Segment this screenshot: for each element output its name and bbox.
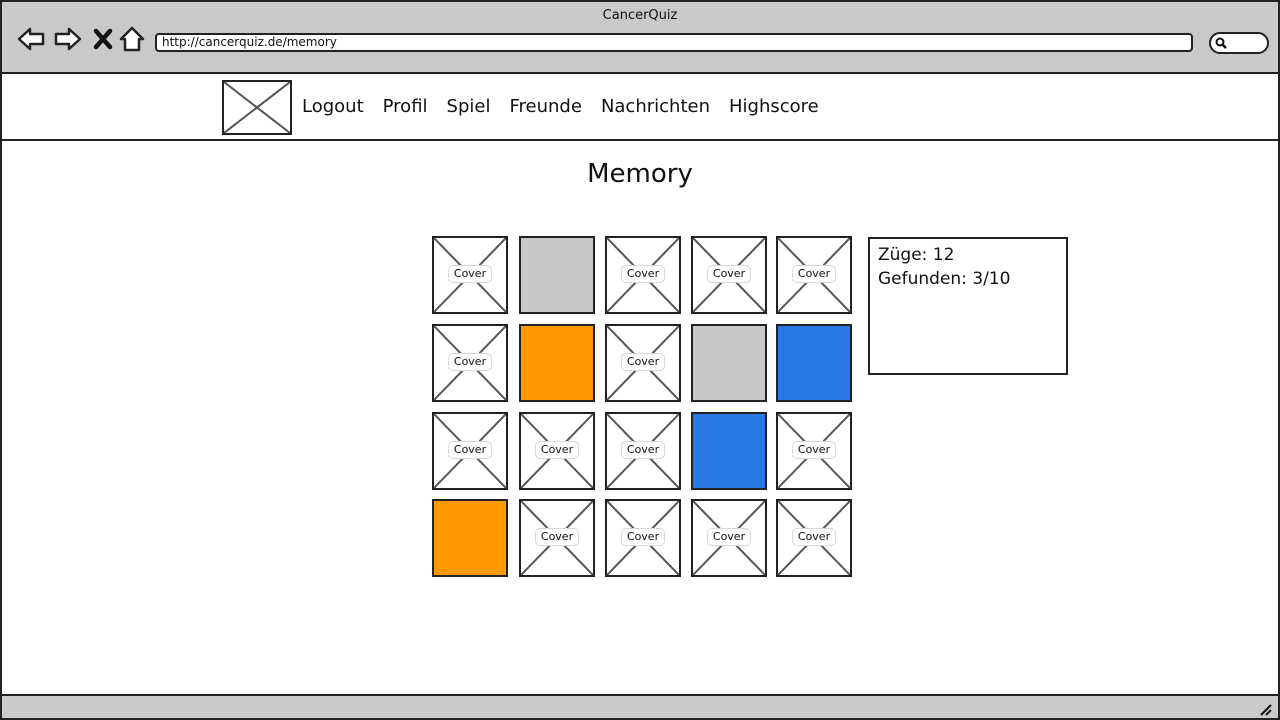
browser-search-field[interactable] — [1209, 32, 1269, 54]
nav-link-highscore[interactable]: Highscore — [729, 96, 819, 117]
back-arrow-icon[interactable] — [16, 24, 46, 54]
memory-card-cover[interactable]: Cover — [776, 499, 852, 577]
memory-card-cover[interactable]: Cover — [776, 236, 852, 314]
card-label: Cover — [707, 265, 751, 283]
nav-link-profil[interactable]: Profil — [383, 96, 428, 117]
memory-card-cover[interactable]: Cover — [605, 236, 681, 314]
memory-card-revealed — [519, 324, 595, 402]
card-label: Cover — [621, 441, 665, 459]
found-counter: Gefunden: 3/10 — [878, 269, 1011, 289]
memory-card-cover[interactable]: Cover — [691, 236, 767, 314]
memory-card-cover[interactable]: Cover — [691, 499, 767, 577]
memory-card-revealed — [776, 324, 852, 402]
card-label: Cover — [448, 265, 492, 283]
card-label: Cover — [621, 528, 665, 546]
memory-card-cover[interactable]: Cover — [432, 236, 508, 314]
card-label: Cover — [535, 441, 579, 459]
memory-card-cover[interactable]: Cover — [432, 412, 508, 490]
card-label: Cover — [621, 265, 665, 283]
window-title: CancerQuiz — [602, 8, 678, 23]
browser-statusbar — [2, 694, 1278, 718]
memory-card-cover[interactable]: Cover — [605, 324, 681, 402]
card-label: Cover — [621, 353, 665, 371]
nav-link-nachrichten[interactable]: Nachrichten — [601, 96, 710, 117]
site-navigation: Logout Profil Spiel Freunde Nachrichten … — [2, 76, 1278, 141]
memory-card-revealed — [691, 324, 767, 402]
resize-grip-icon[interactable] — [1258, 702, 1272, 716]
stop-icon[interactable] — [88, 24, 118, 54]
memory-card-cover[interactable]: Cover — [605, 412, 681, 490]
memory-card-revealed — [432, 499, 508, 577]
home-icon[interactable] — [117, 24, 147, 54]
game-stats-panel: Züge: 12 Gefunden: 3/10 — [868, 237, 1068, 375]
memory-card-revealed — [691, 412, 767, 490]
search-icon — [1215, 37, 1227, 49]
page-title: Memory — [587, 159, 693, 189]
memory-card-cover[interactable]: Cover — [776, 412, 852, 490]
browser-toolbar: CancerQuiz http://cancerquiz.de/memory — [2, 2, 1278, 74]
memory-card-cover[interactable]: Cover — [605, 499, 681, 577]
image-placeholder-icon[interactable] — [222, 80, 292, 135]
card-label: Cover — [792, 528, 836, 546]
nav-link-logout[interactable]: Logout — [302, 96, 364, 117]
card-label: Cover — [535, 528, 579, 546]
memory-card-cover[interactable]: Cover — [432, 324, 508, 402]
forward-arrow-icon[interactable] — [53, 24, 83, 54]
card-label: Cover — [448, 353, 492, 371]
moves-counter: Züge: 12 — [878, 245, 955, 265]
card-label: Cover — [707, 528, 751, 546]
nav-link-spiel[interactable]: Spiel — [447, 96, 491, 117]
memory-card-cover[interactable]: Cover — [519, 499, 595, 577]
address-bar[interactable]: http://cancerquiz.de/memory — [155, 33, 1193, 52]
nav-link-freunde[interactable]: Freunde — [509, 96, 581, 117]
browser-window: CancerQuiz http://cancerquiz.de/memory L… — [0, 0, 1280, 720]
memory-card-revealed — [519, 236, 595, 314]
card-label: Cover — [792, 265, 836, 283]
memory-card-cover[interactable]: Cover — [519, 412, 595, 490]
card-label: Cover — [448, 441, 492, 459]
nav-links: Logout Profil Spiel Freunde Nachrichten … — [302, 96, 819, 117]
card-label: Cover — [792, 441, 836, 459]
